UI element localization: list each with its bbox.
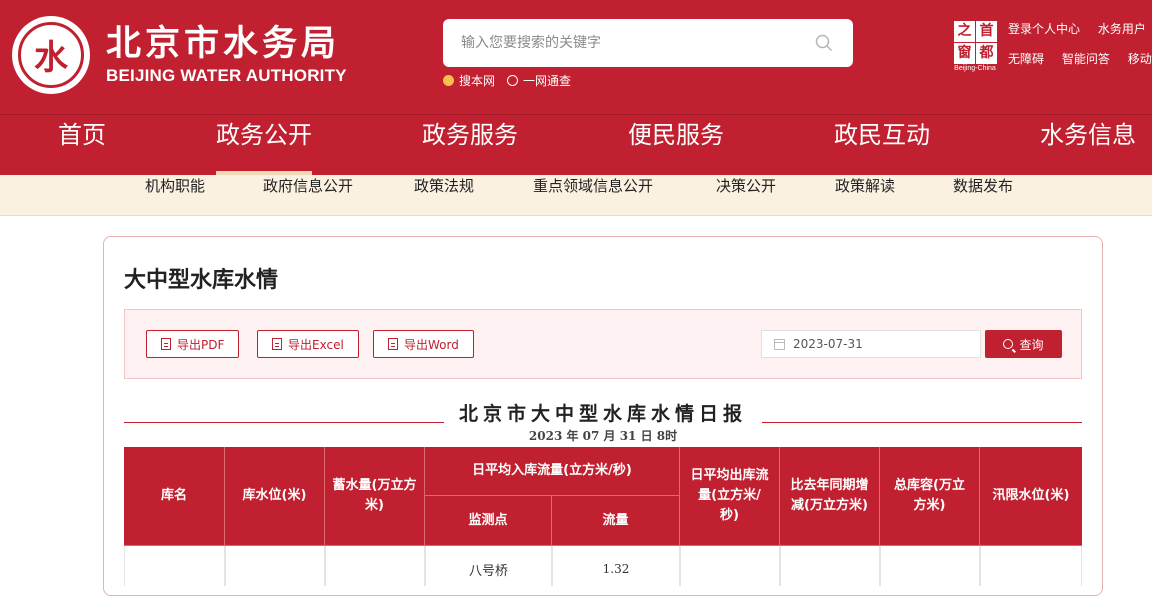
export-excel-label: 导出Excel [288,337,344,352]
table-cell-station: 八号桥 [425,546,552,586]
query-label: 查询 [1019,337,1044,352]
subnav-item[interactable]: 机构职能 [145,175,205,216]
emblem-glyph: 水 [34,38,68,78]
col-header-station: 监测点 [425,496,552,546]
sub-nav: 机构职能 政府信息公开 政策法规 重点领域信息公开 决策公开 政策解读 数据发布 [0,175,1152,216]
nav-interaction[interactable]: 政民互动 [834,115,930,176]
site-subtitle: BEIJING WATER AUTHORITY [106,66,347,85]
report-date: 2023 年 07 月 31 日 8时 [528,429,678,443]
document-icon [161,338,171,350]
top-links-row1: 登录个人中心 水务用户 [1008,20,1152,37]
title-divider-right [762,422,1082,423]
table-cell [980,546,1082,586]
table-cell [325,546,425,586]
radio-all-site[interactable] [507,74,519,86]
beijing-capital-badge[interactable]: 之 首 窗 都 Beijing-China [952,19,998,72]
col-header-capacity: 总库容(万立方米) [880,447,980,546]
col-header-flood-level: 汛限水位(米) [980,447,1082,546]
col-header-inflow: 日平均入库流量(立方米/秒) [425,447,680,496]
nav-home[interactable]: 首页 [58,115,106,176]
export-pdf-label: 导出PDF [177,337,225,352]
nav-water-info[interactable]: 水务信息 [1040,115,1136,176]
nav-government-services[interactable]: 政务服务 [422,115,518,176]
nav-public-services[interactable]: 便民服务 [628,115,724,176]
search-icon [1003,339,1014,349]
table-cell [680,546,780,586]
table-cell-flow: 1.32 [552,546,680,586]
document-icon [388,338,398,350]
col-header-yoy: 比去年同期增减(万立方米) [780,447,880,546]
query-button[interactable]: 查询 [985,330,1062,358]
subnav-item[interactable]: 数据发布 [953,175,1013,216]
radio-this-site[interactable] [443,74,454,86]
col-header-outflow: 日平均出库流量(立方米/秒) [680,447,780,546]
subnav-item[interactable]: 政府信息公开 [263,175,353,216]
table-cell [780,546,880,586]
water-user-link[interactable]: 水务用户 [1098,22,1146,36]
smart-qa-link[interactable]: 智能问答 [1062,52,1110,66]
login-link[interactable]: 登录个人中心 [1008,22,1080,36]
export-word-button[interactable]: 导出Word [373,330,474,358]
export-pdf-button[interactable]: 导出PDF [146,330,240,358]
site-title[interactable]: 北京市水务局 [106,24,340,64]
water-authority-emblem-icon[interactable]: 水 [12,16,90,94]
site-header: 水 北京市水务局 BEIJING WATER AUTHORITY 搜本网 一网通… [0,0,1152,114]
subnav-item[interactable]: 重点领域信息公开 [533,175,653,216]
mobile-link[interactable]: 移动版 [1128,52,1152,66]
search-icon[interactable] [815,34,833,52]
search-input[interactable] [461,31,801,55]
badge-char: 窗 [954,43,975,64]
subnav-item[interactable]: 政策解读 [835,175,895,216]
page-title: 大中型水库水情 [124,268,279,293]
date-value: 2023-07-31 [793,337,863,351]
col-header-level: 库水位(米) [225,447,325,546]
badge-char: 之 [954,21,975,42]
badge-caption: Beijing-China [954,65,996,72]
document-icon [272,338,282,350]
col-header-storage: 蓄水量(万立方米) [325,447,425,546]
table-cell [880,546,980,586]
subnav-item[interactable]: 决策公开 [716,175,776,216]
report-title: 北京市大中型水库水情日报 [458,403,747,425]
export-toolbar: 导出PDF 导出Excel 导出Word 2023-07-31 查询 [124,309,1082,379]
col-header-flow: 流量 [552,496,680,546]
main-nav: 首页 政务公开 政务服务 便民服务 政民互动 水务信息 [0,114,1152,176]
table-cell [225,546,325,586]
radio-all-site-label: 一网通查 [523,73,572,88]
date-picker-input[interactable]: 2023-07-31 [761,330,981,358]
nav-government-affairs[interactable]: 政务公开 [216,115,312,176]
calendar-icon [774,338,785,350]
badge-char: 首 [976,21,997,42]
search-box [443,19,853,67]
search-scope: 搜本网 一网通查 [443,72,571,88]
subnav-item[interactable]: 政策法规 [414,175,474,216]
title-divider-left [124,422,444,423]
export-excel-button[interactable]: 导出Excel [257,330,359,358]
badge-char: 都 [976,43,997,64]
radio-this-site-label: 搜本网 [459,73,496,88]
accessibility-link[interactable]: 无障碍 [1008,52,1044,66]
col-header-name: 库名 [124,447,225,546]
export-word-label: 导出Word [404,337,459,352]
top-links-row2: 无障碍 智能问答 移动版 [1008,50,1152,67]
table-cell [124,546,225,586]
